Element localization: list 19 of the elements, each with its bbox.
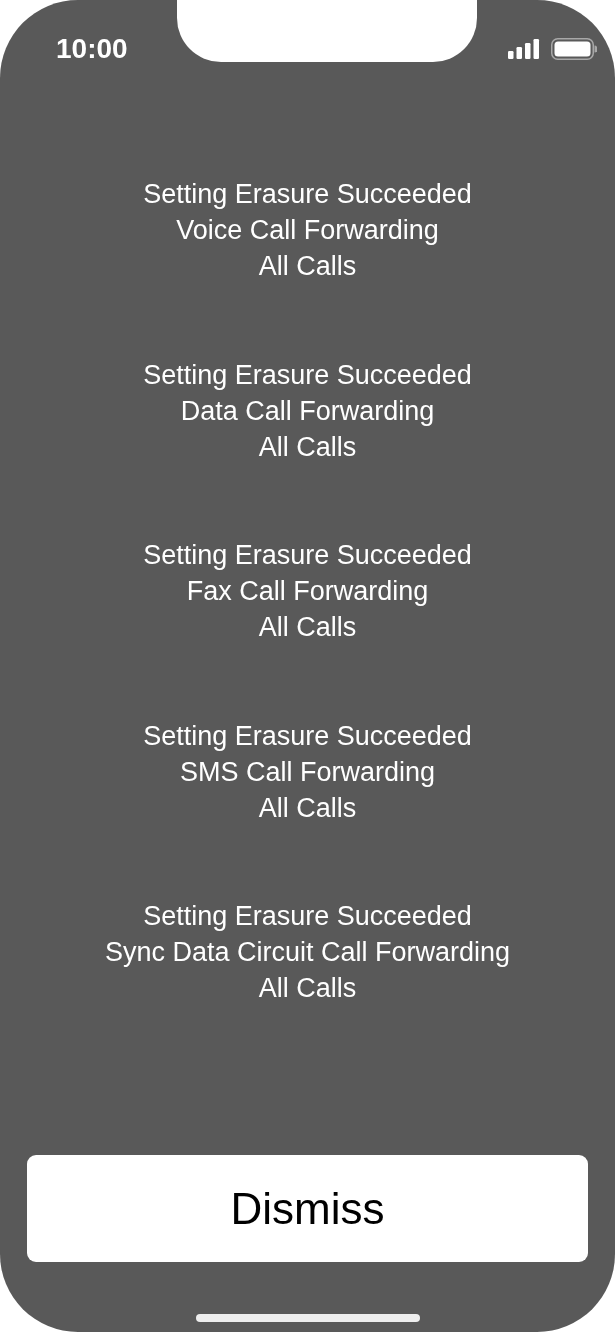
service-name: Fax Call Forwarding: [186, 575, 429, 608]
condition-label: All Calls: [258, 430, 357, 464]
status-message: Setting Erasure Succeeded: [143, 358, 472, 392]
service-name: SMS Call Forwarding: [179, 755, 436, 789]
dismiss-button[interactable]: Dismiss: [27, 1155, 588, 1262]
battery-icon: [551, 38, 597, 60]
status-message: Setting Erasure Succeeded: [143, 900, 472, 933]
status-message: Setting Erasure Succeeded: [143, 539, 472, 572]
condition-label: All Calls: [258, 611, 357, 644]
signal-icon: [508, 39, 540, 59]
condition-label: All Calls: [258, 791, 357, 825]
status-message: Setting Erasure Succeeded: [143, 178, 472, 211]
condition-label: All Calls: [258, 972, 357, 1005]
status-time: 10:00: [56, 35, 128, 63]
service-name: Sync Data Circuit Call Forwarding: [104, 936, 511, 969]
condition-label: All Calls: [258, 250, 357, 283]
status-message: Setting Erasure Succeeded: [143, 719, 472, 753]
service-name: Voice Call Forwarding: [176, 214, 439, 247]
service-name: Data Call Forwarding: [180, 394, 435, 428]
